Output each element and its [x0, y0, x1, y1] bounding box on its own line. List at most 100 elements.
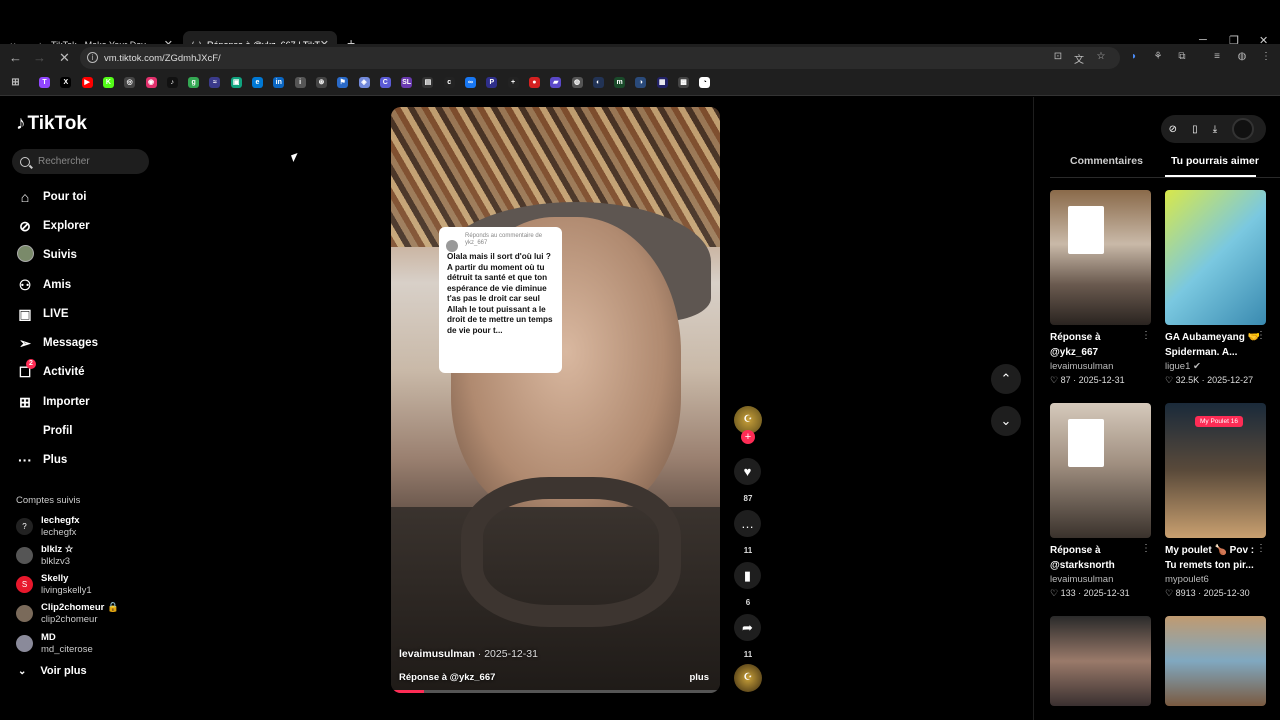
bookmark-favicon-icon[interactable]: C	[379, 77, 391, 88]
nav-item-profil[interactable]: Profil	[16, 419, 72, 443]
nav-item-live[interactable]: ▣ LIVE	[16, 302, 68, 326]
video-thumbnail[interactable]	[1050, 190, 1151, 325]
followed-account-item[interactable]: Clip2chomeur 🔒 clip2chomeur	[16, 601, 119, 627]
suggested-video-card[interactable]: Réponse à @ykz_667 ⋮ levaimusulman ♡ 87 …	[1050, 190, 1151, 386]
extension-audio-icon[interactable]: ◗	[1127, 51, 1141, 65]
account-avatar[interactable]	[1232, 118, 1255, 140]
install-app-icon[interactable]: ⊡	[1051, 51, 1065, 65]
like-action[interactable]: ♥ 87	[734, 458, 762, 503]
compass-icon[interactable]: ⊘	[1169, 124, 1177, 135]
bookmark-favicon-icon[interactable]: ◎	[124, 77, 136, 88]
bookmark-favicon-icon[interactable]: +	[507, 77, 519, 88]
next-video-chevron-down-icon[interactable]: ⌄	[991, 406, 1021, 436]
card-author[interactable]: levaimusulman	[1050, 574, 1151, 585]
bookmark-favicon-icon[interactable]: e	[252, 77, 263, 88]
video-author-line[interactable]: levaimusulman · 2025-12-31	[399, 648, 538, 660]
bookmark-favicon-icon[interactable]: ◍	[571, 77, 583, 88]
heart-icon[interactable]: ♥	[734, 458, 761, 485]
bookmark-favicon-icon[interactable]: ◑	[635, 77, 647, 88]
bookmark-favicon-icon[interactable]: X	[60, 77, 72, 88]
followed-account-item[interactable]: ? lechegfx lechegfx	[16, 513, 80, 539]
nav-item-suivis[interactable]: Suivis	[16, 243, 77, 267]
card-more-icon[interactable]: ⋮	[1141, 543, 1151, 554]
suggested-video-card[interactable]	[1165, 616, 1266, 706]
phone-icon[interactable]: ▯	[1192, 124, 1198, 135]
nav-item-pour-toi[interactable]: ⌂ Pour toi	[16, 185, 87, 209]
video-progress-bar[interactable]	[391, 690, 720, 693]
bookmark-favicon-icon[interactable]: T	[39, 77, 50, 88]
see-more-button[interactable]: ⌄ Voir plus	[18, 665, 87, 677]
suggested-video-card[interactable]: Réponse à @starksnorth ⋮ levaimusulman ♡…	[1050, 403, 1151, 599]
extension-icon[interactable]: ⚘	[1151, 51, 1165, 65]
follow-plus-button[interactable]: +	[741, 430, 755, 444]
followed-account-item[interactable]: blklz ☆ blklzv3	[16, 542, 73, 568]
card-more-icon[interactable]: ⋮	[1256, 543, 1266, 554]
caption-more-link[interactable]: plus	[689, 672, 709, 683]
music-disc-icon[interactable]: ☪	[734, 664, 762, 692]
nav-item-explorer[interactable]: ⊘ Explorer	[16, 214, 90, 238]
search-input[interactable]: Rechercher	[12, 149, 149, 174]
bookmark-favicon-icon[interactable]: ▤	[422, 77, 434, 88]
browser-menu-icon[interactable]: ⋮	[1259, 51, 1273, 65]
stop-loading-icon[interactable]: ✕	[59, 50, 70, 66]
bookmark-favicon-icon[interactable]: ⚑	[337, 77, 349, 88]
media-controls-icon[interactable]: ≡	[1210, 51, 1224, 65]
bookmark-favicon-icon[interactable]: i	[294, 77, 306, 88]
bookmark-favicon-icon[interactable]: ◔	[699, 77, 711, 88]
bookmark-star-icon[interactable]: ☆	[1094, 51, 1108, 65]
video-thumbnail[interactable]	[1165, 190, 1266, 325]
card-more-icon[interactable]: ⋮	[1141, 330, 1151, 341]
bookmark-favicon-icon[interactable]: P	[486, 77, 498, 88]
bookmark-favicon-icon[interactable]: K	[102, 77, 114, 88]
bookmark-favicon-icon[interactable]: ◈	[358, 77, 370, 88]
download-icon[interactable]: ⤓	[1213, 124, 1217, 135]
followed-account-item[interactable]: S Skelly livingskelly1	[16, 572, 92, 598]
address-bar[interactable]: i vm.tiktok.com/ZGdmhJXcF/	[80, 47, 1120, 69]
tab-commentaires[interactable]: Commentaires	[1070, 155, 1143, 167]
bookmark-favicon-icon[interactable]: ≈	[209, 77, 221, 88]
translate-icon[interactable]: 文	[1072, 51, 1086, 66]
video-thumbnail[interactable]	[1165, 616, 1266, 706]
bookmark-favicon-icon[interactable]: ∞	[465, 77, 476, 88]
followed-account-item[interactable]: MD md_citerose	[16, 630, 93, 656]
nav-item-activite[interactable]: ☐ 2 Activité	[16, 358, 85, 384]
card-more-icon[interactable]: ⋮	[1256, 330, 1266, 341]
comment-icon[interactable]: …	[734, 510, 761, 537]
bookmark-favicon-icon[interactable]: ▦	[656, 77, 668, 88]
extensions-puzzle-icon[interactable]: ⧉	[1175, 51, 1189, 65]
bookmark-favicon-icon[interactable]: ▩	[678, 77, 689, 88]
card-author[interactable]: mypoulet6	[1165, 574, 1266, 585]
bookmark-favicon-icon[interactable]: ◉	[145, 77, 157, 88]
forward-arrow-icon[interactable]: →	[33, 50, 46, 65]
nav-item-messages[interactable]: ➢ Messages	[16, 331, 98, 355]
bookmark-favicon-icon[interactable]: ●	[528, 77, 540, 88]
bookmark-icon[interactable]: ▮	[734, 562, 761, 589]
bookmark-favicon-icon[interactable]: SL	[401, 77, 413, 88]
nav-item-amis[interactable]: ⚇ Amis	[16, 273, 71, 297]
save-action[interactable]: ▮ 6	[734, 562, 762, 607]
comment-action[interactable]: … 11	[734, 510, 762, 555]
apps-grid-icon[interactable]: ⊞	[10, 77, 21, 88]
bookmark-favicon-icon[interactable]: ▣	[230, 77, 242, 88]
share-action[interactable]: ➦ 11	[734, 614, 762, 659]
bookmark-favicon-icon[interactable]: g	[188, 77, 200, 88]
bookmark-favicon-icon[interactable]: in	[273, 77, 285, 88]
bookmark-favicon-icon[interactable]: ▰	[550, 77, 562, 88]
tiktok-logo[interactable]: ♪ TikTok	[16, 113, 87, 135]
previous-video-chevron-up-icon[interactable]: ⌃	[991, 364, 1021, 394]
suggested-video-card[interactable]: GA Aubameyang 🤝 Spiderman. A... ⋮ ligue1…	[1165, 190, 1266, 386]
site-info-icon[interactable]: i	[87, 52, 98, 63]
suggested-video-card[interactable]: My Poulet 16 My poulet 🍗 Pov : Tu remets…	[1165, 403, 1266, 599]
card-author[interactable]: levaimusulman	[1050, 361, 1151, 372]
bookmark-favicon-icon[interactable]: c	[443, 77, 455, 88]
bookmark-favicon-icon[interactable]: ⊛	[315, 77, 327, 88]
nav-item-plus[interactable]: ··· Plus	[16, 448, 67, 472]
back-arrow-icon[interactable]: ←	[9, 50, 22, 65]
bookmark-favicon-icon[interactable]: ♪	[166, 77, 178, 88]
bookmark-favicon-icon[interactable]: m	[614, 77, 626, 88]
bookmark-favicon-icon[interactable]: ▶	[81, 77, 93, 88]
nav-item-importer[interactable]: ⊞ Importer	[16, 390, 90, 414]
share-arrow-icon[interactable]: ➦	[734, 614, 761, 641]
suggested-video-card[interactable]	[1050, 616, 1151, 706]
video-author[interactable]: levaimusulman	[399, 648, 475, 660]
